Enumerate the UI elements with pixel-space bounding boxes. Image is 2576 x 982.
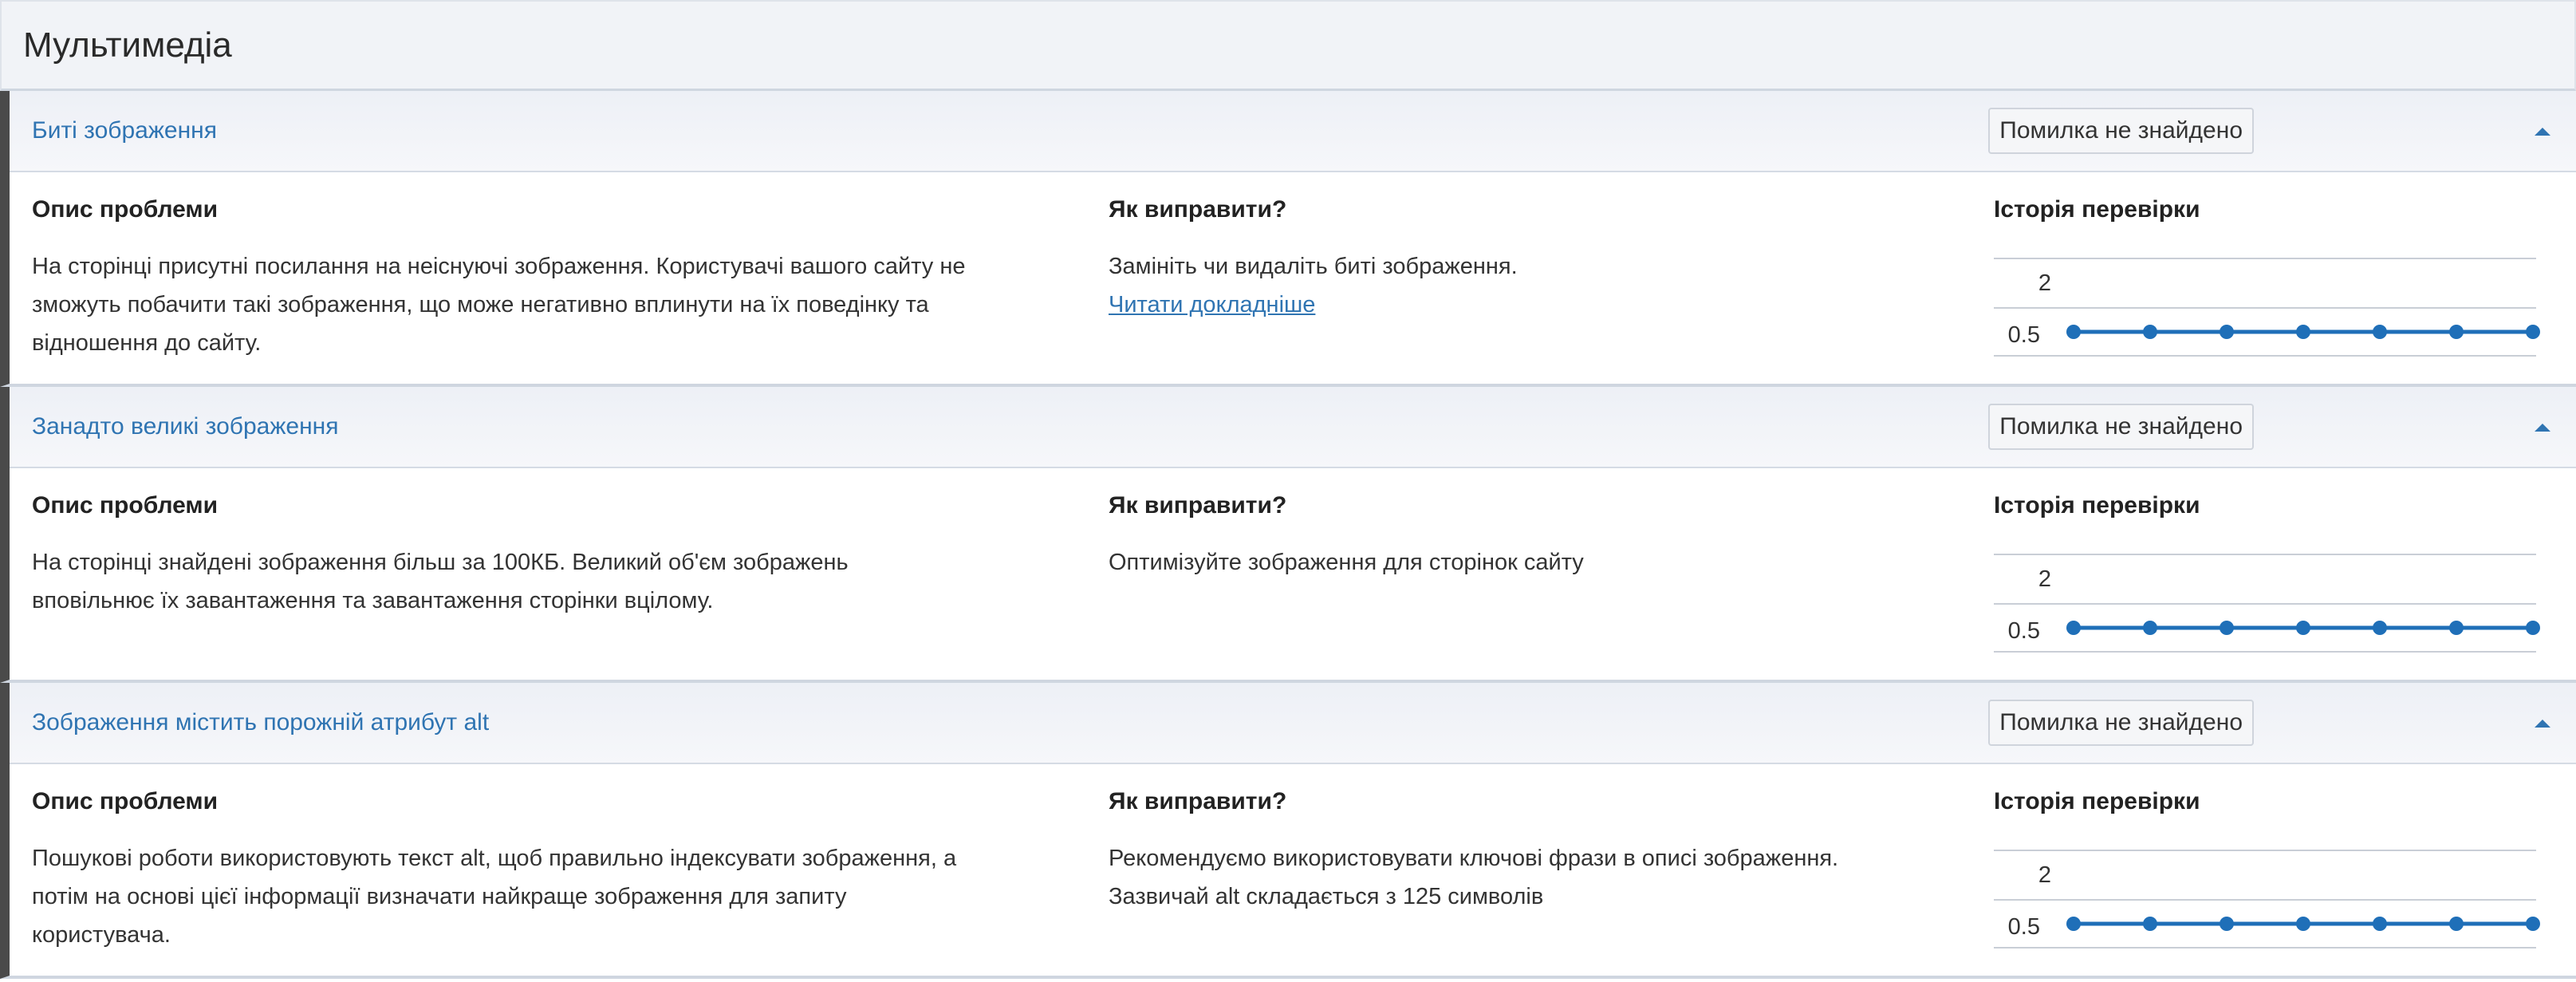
- description-text: Пошукові роботи використовують текст alt…: [32, 839, 1069, 954]
- history-heading: Історія перевірки: [1994, 196, 2200, 223]
- history-column: Історія перевірки 2 0.5: [1994, 172, 2552, 357]
- issue-body: Опис проблеми Пошукові роботи використов…: [10, 764, 2576, 976]
- description-heading: Опис проблеми: [32, 788, 219, 814]
- fix-text: Рекомендуємо використовувати ключові фра…: [1109, 839, 1946, 916]
- data-point: [2143, 917, 2157, 931]
- read-more-link[interactable]: Читати докладніше: [1109, 286, 1946, 324]
- y-tick-label: 0.5: [2008, 322, 2040, 348]
- data-point: [2449, 917, 2464, 931]
- fix-text: Замініть чи видаліть биті зображення. Чи…: [1109, 247, 1946, 324]
- y-tick-label: 0.5: [2008, 618, 2040, 644]
- fix-line: Рекомендуємо використовувати ключові фра…: [1109, 846, 1839, 871]
- issue-header[interactable]: Зображення містить порожній атрибут alt …: [10, 683, 2576, 764]
- data-point: [2449, 325, 2464, 339]
- status-badge: Помилка не знайдено: [1988, 700, 2254, 746]
- description-line: користувача.: [32, 922, 171, 948]
- fix-heading: Як виправити?: [1109, 492, 1287, 519]
- issue-card: Зображення містить порожній атрибут alt …: [0, 683, 2576, 979]
- data-point: [2296, 325, 2310, 339]
- caret-up-icon[interactable]: [2531, 419, 2554, 435]
- fix-line: Замініть чи видаліть биті зображення.: [1109, 254, 1518, 279]
- description-heading: Опис проблеми: [32, 492, 219, 519]
- issue-body: Опис проблеми На сторінці знайдені зобра…: [10, 468, 2576, 680]
- data-point: [2296, 917, 2310, 931]
- fix-heading: Як виправити?: [1109, 196, 1287, 223]
- description-line: На сторінці присутні посилання на неісну…: [32, 254, 966, 279]
- fix-line: Оптимізуйте зображення для сторінок сайт…: [1109, 550, 1584, 575]
- description-column: Опис проблеми На сторінці присутні посил…: [32, 172, 1069, 362]
- history-heading: Історія перевірки: [1994, 492, 2200, 519]
- data-point: [2066, 621, 2081, 635]
- data-point: [2526, 621, 2540, 635]
- fix-text: Оптимізуйте зображення для сторінок сайт…: [1109, 543, 1946, 582]
- data-point: [2373, 917, 2387, 931]
- history-chart: 20.5: [1994, 258, 2540, 357]
- data-point: [2143, 325, 2157, 339]
- y-tick-label: 2: [2038, 270, 2051, 296]
- description-column: Опис проблеми На сторінці знайдені зобра…: [32, 468, 1069, 620]
- issue-header[interactable]: Занадто великі зображення Помилка не зна…: [10, 387, 2576, 468]
- history-heading: Історія перевірки: [1994, 788, 2200, 814]
- description-column: Опис проблеми Пошукові роботи використов…: [32, 764, 1069, 954]
- history-chart: 20.5: [1994, 850, 2540, 948]
- status-badge: Помилка не знайдено: [1988, 108, 2254, 154]
- issue-card: Занадто великі зображення Помилка не зна…: [0, 387, 2576, 683]
- y-tick-label: 2: [2038, 862, 2051, 888]
- y-tick-label: 2: [2038, 566, 2051, 592]
- issue-header[interactable]: Биті зображення Помилка не знайдено: [10, 91, 2576, 172]
- data-point: [2220, 325, 2234, 339]
- description-line: потім на основі цієї інформації визначат…: [32, 884, 847, 909]
- description-text: На сторінці присутні посилання на неісну…: [32, 247, 1069, 362]
- data-point: [2220, 917, 2234, 931]
- section-header: Мультимедіа: [0, 0, 2576, 91]
- issue-card: Биті зображення Помилка не знайдено Опис…: [0, 91, 2576, 387]
- section-title: Мультимедіа: [23, 25, 232, 65]
- description-line: Пошукові роботи використовують текст alt…: [32, 846, 957, 871]
- fix-column: Як виправити? Оптимізуйте зображення для…: [1109, 468, 1946, 582]
- description-text: На сторінці знайдені зображення більш за…: [32, 543, 1069, 620]
- fix-line: Зазвичай alt складається з 125 символів: [1109, 884, 1544, 909]
- history-column: Історія перевірки 2 0.5: [1994, 764, 2552, 948]
- status-badge: Помилка не знайдено: [1988, 404, 2254, 450]
- data-point: [2296, 621, 2310, 635]
- fix-column: Як виправити? Замініть чи видаліть биті …: [1109, 172, 1946, 324]
- description-line: зможуть побачити такі зображення, що мож…: [32, 292, 929, 317]
- issue-title[interactable]: Биті зображення: [32, 117, 1988, 144]
- data-point: [2220, 621, 2234, 635]
- fix-column: Як виправити? Рекомендуємо використовува…: [1109, 764, 1946, 916]
- y-tick-label: 0.5: [2008, 914, 2040, 940]
- data-point: [2066, 917, 2081, 931]
- data-point: [2526, 917, 2540, 931]
- data-point: [2373, 325, 2387, 339]
- issue-title[interactable]: Занадто великі зображення: [32, 413, 1988, 440]
- fix-heading: Як виправити?: [1109, 788, 1287, 814]
- issue-body: Опис проблеми На сторінці присутні посил…: [10, 172, 2576, 384]
- issue-title[interactable]: Зображення містить порожній атрибут alt: [32, 709, 1988, 736]
- page: Мультимедіа Биті зображення Помилка не з…: [0, 0, 2576, 982]
- data-point: [2143, 621, 2157, 635]
- data-point: [2373, 621, 2387, 635]
- caret-up-icon[interactable]: [2531, 123, 2554, 139]
- data-point: [2449, 621, 2464, 635]
- history-chart: 20.5: [1994, 554, 2540, 653]
- history-column: Історія перевірки 2 0.5: [1994, 468, 2552, 653]
- description-heading: Опис проблеми: [32, 196, 219, 223]
- description-line: На сторінці знайдені зображення більш за…: [32, 550, 849, 575]
- data-point: [2526, 325, 2540, 339]
- caret-up-icon[interactable]: [2531, 715, 2554, 731]
- data-point: [2066, 325, 2081, 339]
- description-line: відношення до сайту.: [32, 330, 262, 356]
- description-line: вповільнює їх завантаження та завантажен…: [32, 588, 714, 613]
